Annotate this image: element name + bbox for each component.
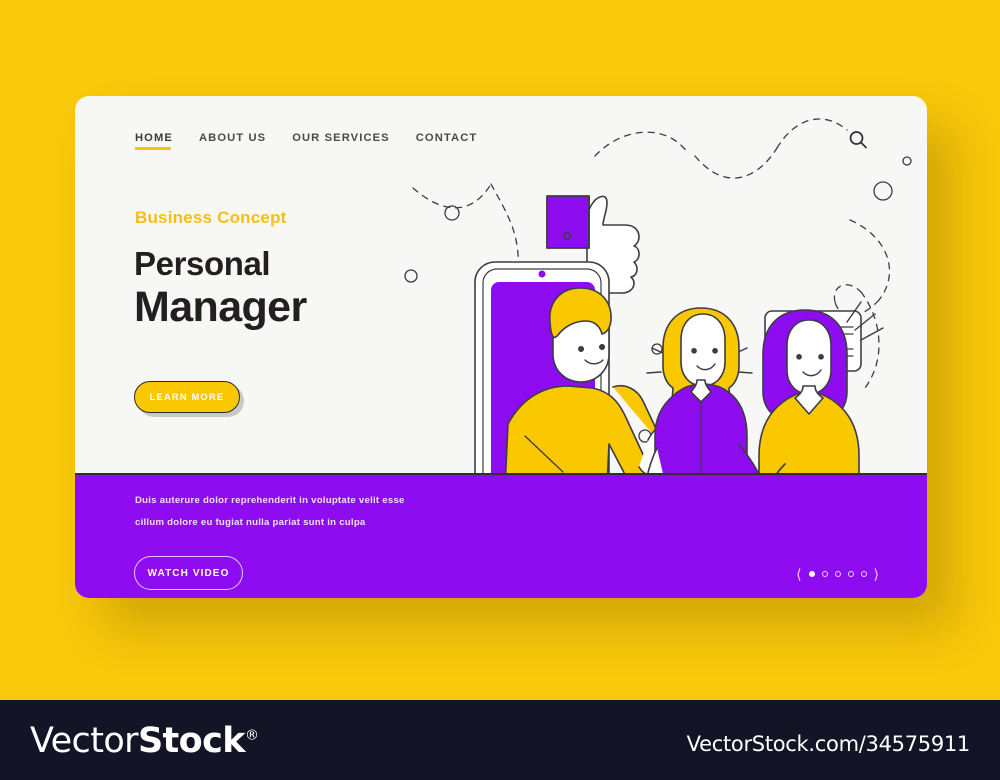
chevron-right-icon[interactable]: ⟩: [874, 567, 879, 581]
nav-item-about-us[interactable]: ABOUT US: [199, 132, 266, 150]
main-navigation[interactable]: HOME ABOUT US OUR SERVICES CONTACT: [135, 132, 477, 150]
band-text-line2: cillum dolore eu fugiat nulla pariat sun…: [135, 517, 366, 528]
carousel-dot-2[interactable]: [821, 571, 828, 577]
watch-video-label: WATCH VIDEO: [147, 567, 230, 579]
hero-eyebrow: Business Concept: [135, 208, 287, 227]
band-text-line1: Duis auterure dolor reprehenderit in vol…: [135, 495, 405, 506]
carousel-dot-4[interactable]: [847, 571, 854, 577]
vectorstock-url: VectorStock.com/34575911: [686, 732, 971, 756]
promo-band: Duis auterure dolor reprehenderit in vol…: [75, 473, 927, 598]
carousel-pagination[interactable]: ⟨ ⟩: [796, 567, 879, 581]
watch-video-button[interactable]: WATCH VIDEO: [134, 556, 243, 590]
watermark-footer: VectorStock® VectorStock.com/34575911: [0, 700, 1000, 780]
logo-registered-mark: ®: [244, 727, 259, 744]
hero-title-line2: Manager: [134, 283, 307, 331]
chevron-left-icon[interactable]: ⟨: [796, 567, 801, 581]
carousel-dot-3[interactable]: [834, 571, 841, 577]
poster-stage: HOME ABOUT US OUR SERVICES CONTACT Busin…: [0, 0, 1000, 700]
search-icon[interactable]: [847, 129, 869, 151]
carousel-dot-1[interactable]: [808, 571, 815, 577]
landing-page-card: HOME ABOUT US OUR SERVICES CONTACT Busin…: [75, 96, 927, 598]
logo-part2: Stock: [137, 721, 246, 761]
learn-more-button[interactable]: LEARN MORE: [134, 381, 240, 413]
nav-item-contact[interactable]: CONTACT: [416, 132, 478, 150]
carousel-dot-5[interactable]: [860, 571, 867, 577]
hero-title-line1: Personal: [134, 245, 271, 282]
vectorstock-logo: VectorStock®: [30, 721, 259, 761]
nav-item-home[interactable]: HOME: [135, 132, 173, 150]
nav-item-our-services[interactable]: OUR SERVICES: [292, 132, 390, 150]
learn-more-label: LEARN MORE: [149, 392, 225, 402]
logo-part1: Vector: [30, 721, 139, 761]
